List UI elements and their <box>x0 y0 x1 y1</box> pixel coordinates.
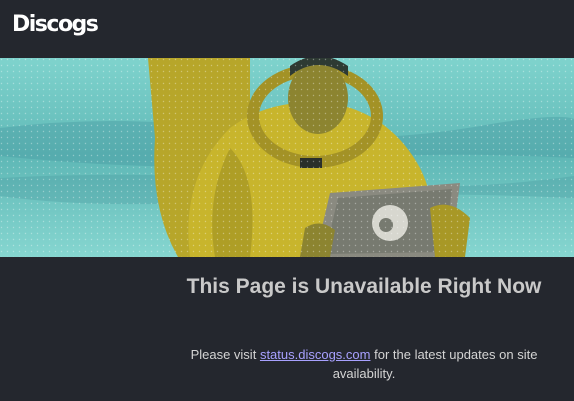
astronaut-with-tablet-illustration <box>0 58 574 257</box>
hero-banner <box>0 58 574 257</box>
error-page: Discogs This Page is Unavailable Right N… <box>0 0 574 401</box>
status-message: Please visit status.discogs.com for the … <box>160 345 568 383</box>
page-title: This Page is Unavailable Right Now <box>186 275 542 298</box>
status-link[interactable]: status.discogs.com <box>260 347 371 362</box>
main-content: This Page is Unavailable Right Now Pleas… <box>0 257 574 401</box>
message-prefix: Please visit <box>190 347 260 362</box>
site-header: Discogs <box>0 0 574 58</box>
discogs-logo[interactable]: Discogs <box>12 10 99 40</box>
